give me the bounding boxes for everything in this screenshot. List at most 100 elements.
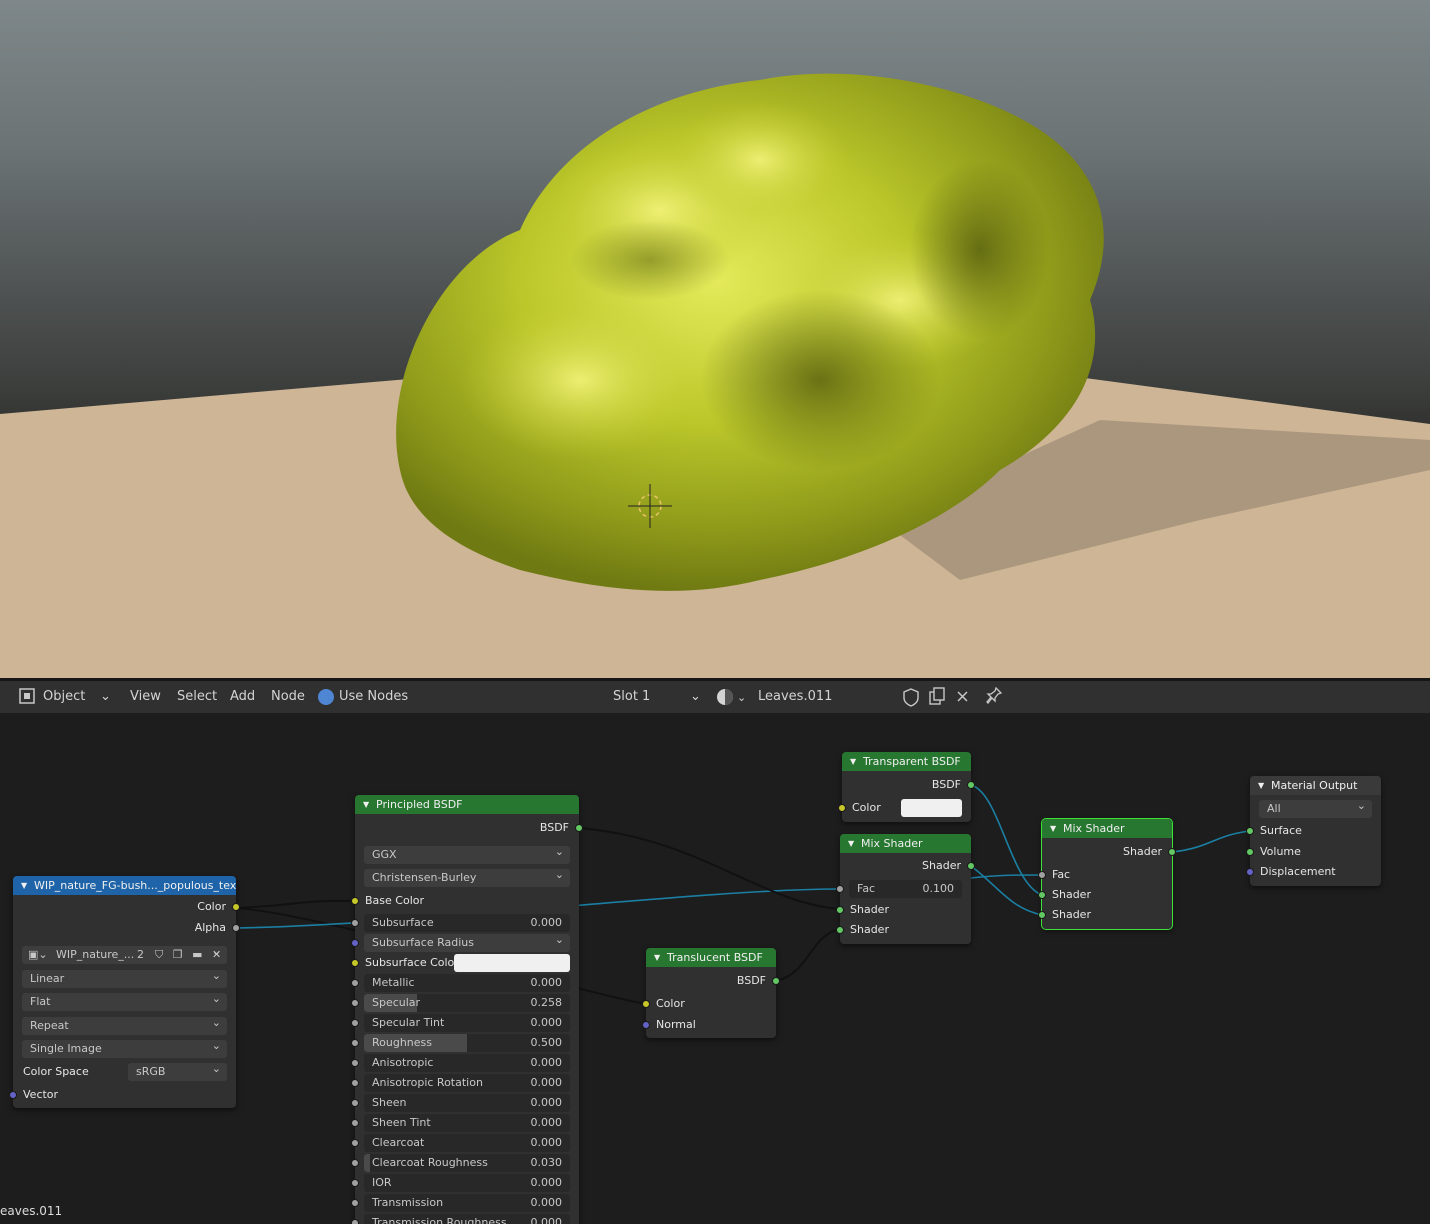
- socket-input[interactable]: [351, 1039, 359, 1047]
- socket-input-shader[interactable]: [1038, 911, 1046, 919]
- socket-input-shader[interactable]: [836, 926, 844, 934]
- slider-metallic[interactable]: Metallic 0.000: [364, 974, 570, 992]
- socket-input[interactable]: [351, 1019, 359, 1027]
- color-space-dropdown[interactable]: sRGB: [128, 1063, 227, 1081]
- fake-user-shield-icon[interactable]: [902, 681, 920, 713]
- chevron-down-icon[interactable]: ⌄: [100, 681, 111, 713]
- menu-view[interactable]: View: [130, 681, 161, 713]
- socket-input-vector[interactable]: [9, 1091, 17, 1099]
- output-target-dropdown[interactable]: All: [1259, 800, 1372, 818]
- socket-input-fac[interactable]: [836, 885, 844, 893]
- principled-bsdf-node[interactable]: Principled BSDF BSDF GGX Christensen-Bur…: [351, 795, 583, 1224]
- socket-input[interactable]: [351, 1079, 359, 1087]
- socket-input-color[interactable]: [838, 804, 846, 812]
- socket-input[interactable]: [351, 1059, 359, 1067]
- socket-input-volume[interactable]: [1246, 848, 1254, 856]
- image-action-icons[interactable]: ⛉ ❐ ▬ ✕: [155, 946, 224, 964]
- use-nodes-label[interactable]: Use Nodes: [339, 681, 408, 713]
- mix-shader-node[interactable]: Mix Shader Shader Fac 0.100 Shader Shade…: [836, 834, 975, 944]
- source-dropdown[interactable]: Single Image: [22, 1040, 227, 1058]
- unlink-material-close-icon[interactable]: [955, 681, 971, 713]
- translucent-bsdf-node[interactable]: Translucent BSDF BSDF Color Normal: [642, 948, 780, 1038]
- socket-input[interactable]: [351, 1219, 359, 1224]
- socket-input-base-color[interactable]: [351, 897, 359, 905]
- node-editor-canvas[interactable]: WIP_nature_FG-bush..._populous_texture.p…: [0, 713, 1430, 1224]
- slider-sheen-tint[interactable]: Sheen Tint 0.000: [364, 1114, 570, 1132]
- socket-output-bsdf[interactable]: [575, 824, 583, 832]
- slider-sheen[interactable]: Sheen 0.000: [364, 1094, 570, 1112]
- socket-input-fac[interactable]: [1038, 871, 1046, 879]
- color-swatch[interactable]: [454, 954, 570, 972]
- image-icon[interactable]: ▣⌄: [28, 946, 48, 964]
- slot-dropdown[interactable]: Slot 1: [613, 681, 650, 713]
- node-title[interactable]: Transparent BSDF: [842, 752, 971, 771]
- socket-output-color[interactable]: [232, 903, 240, 911]
- socket-output-alpha[interactable]: [232, 924, 240, 932]
- slider-anisotropic-rotation[interactable]: Anisotropic Rotation 0.000: [364, 1074, 570, 1092]
- extension-dropdown[interactable]: Repeat: [22, 1017, 227, 1035]
- socket-input-shader[interactable]: [836, 906, 844, 914]
- socket-input[interactable]: [351, 919, 359, 927]
- slider-clearcoat-roughness[interactable]: Clearcoat Roughness 0.030: [364, 1154, 570, 1172]
- socket-input-shader[interactable]: [1038, 891, 1046, 899]
- slider-transmission[interactable]: Transmission 0.000: [364, 1194, 570, 1212]
- socket-input[interactable]: [351, 1179, 359, 1187]
- slider-clearcoat[interactable]: Clearcoat 0.000: [364, 1134, 570, 1152]
- node-title[interactable]: Mix Shader: [1042, 819, 1172, 838]
- socket-input[interactable]: [351, 1139, 359, 1147]
- socket-output-bsdf[interactable]: [772, 977, 780, 985]
- socket-output-bsdf[interactable]: [967, 781, 975, 789]
- socket-input-normal[interactable]: [642, 1021, 650, 1029]
- slider-roughness[interactable]: Roughness 0.500: [364, 1034, 570, 1052]
- node-title[interactable]: Material Output: [1250, 776, 1381, 795]
- 3d-viewport[interactable]: [0, 0, 1430, 678]
- subsurface-method-dropdown[interactable]: Christensen-Burley: [364, 869, 570, 887]
- duplicate-material-icon[interactable]: [928, 681, 946, 713]
- socket-input[interactable]: [351, 959, 359, 967]
- slider-specular[interactable]: Specular 0.258: [364, 994, 570, 1012]
- image-datablock-field[interactable]: ▣⌄ WIP_nature_... 2 ⛉ ❐ ▬ ✕: [22, 946, 227, 964]
- chevron-down-icon[interactable]: ⌄: [690, 681, 701, 713]
- socket-input[interactable]: [351, 1199, 359, 1207]
- socket-input-surface[interactable]: [1246, 827, 1254, 835]
- socket-input-color[interactable]: [642, 1000, 650, 1008]
- node-title[interactable]: Principled BSDF: [355, 795, 579, 814]
- socket-input[interactable]: [351, 939, 359, 947]
- use-nodes-checkbox[interactable]: [318, 681, 336, 713]
- socket-output-shader[interactable]: [967, 862, 975, 870]
- menu-select[interactable]: Select: [177, 681, 217, 713]
- color-swatch[interactable]: [901, 799, 962, 817]
- menu-node[interactable]: Node: [271, 681, 305, 713]
- interpolation-dropdown[interactable]: Linear: [22, 970, 227, 988]
- material-output-node[interactable]: Material Output All Surface Volume Displ…: [1246, 776, 1381, 886]
- slider-subsurface[interactable]: Subsurface 0.000: [364, 914, 570, 932]
- fac-slider[interactable]: Fac 0.100: [849, 880, 962, 898]
- socket-input-displacement[interactable]: [1246, 868, 1254, 876]
- material-browse-icon[interactable]: ⌄: [716, 681, 746, 713]
- shader-type-dropdown[interactable]: Object: [43, 681, 85, 713]
- socket-input[interactable]: [351, 1159, 359, 1167]
- socket-input[interactable]: [351, 1119, 359, 1127]
- socket-output-shader[interactable]: [1168, 848, 1176, 856]
- node-title[interactable]: Mix Shader: [840, 834, 971, 853]
- material-name-field[interactable]: Leaves.011: [758, 681, 832, 713]
- socket-label: Volume: [1260, 845, 1301, 858]
- menu-add[interactable]: Add: [230, 681, 255, 713]
- image-texture-node[interactable]: WIP_nature_FG-bush..._populous_texture.p…: [9, 876, 240, 1108]
- node-title[interactable]: WIP_nature_FG-bush..._populous_texture.p: [13, 876, 236, 895]
- socket-input[interactable]: [351, 1099, 359, 1107]
- pin-icon[interactable]: [985, 681, 1003, 713]
- slider-transmission-roughness[interactable]: Transmission Roughness 0.000: [364, 1214, 570, 1224]
- projection-dropdown[interactable]: Flat: [22, 993, 227, 1011]
- transparent-bsdf-node[interactable]: Transparent BSDF BSDF Color: [838, 752, 975, 822]
- slider-specular-tint[interactable]: Specular Tint 0.000: [364, 1014, 570, 1032]
- object-mode-icon[interactable]: [18, 681, 36, 713]
- slider-ior[interactable]: IOR 0.000: [364, 1174, 570, 1192]
- node-title[interactable]: Translucent BSDF: [646, 948, 776, 967]
- subsurface-radius-dropdown[interactable]: Subsurface Radius: [364, 934, 570, 952]
- mix-shader-output-node[interactable]: Mix Shader Shader Fac Shader Shader: [1038, 818, 1176, 930]
- slider-anisotropic[interactable]: Anisotropic 0.000: [364, 1054, 570, 1072]
- socket-input[interactable]: [351, 979, 359, 987]
- socket-input[interactable]: [351, 999, 359, 1007]
- distribution-dropdown[interactable]: GGX: [364, 846, 570, 864]
